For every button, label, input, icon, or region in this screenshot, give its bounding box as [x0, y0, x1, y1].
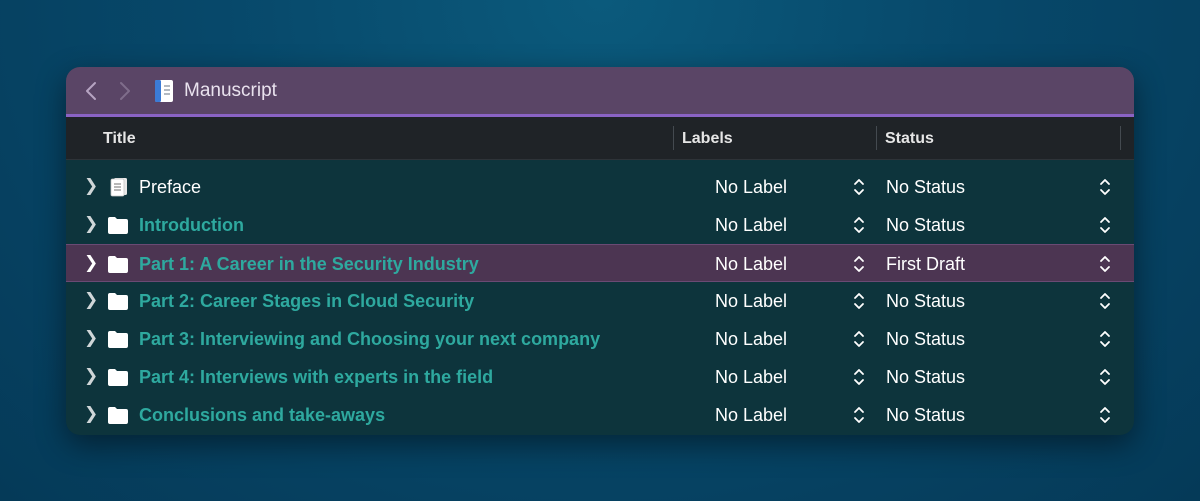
- row-title: Conclusions and take-aways: [139, 405, 386, 425]
- column-labels-header[interactable]: Labels: [682, 130, 733, 148]
- row-status-value[interactable]: No Status: [886, 177, 965, 198]
- disclosure-chevron-icon[interactable]: ❯: [84, 214, 98, 234]
- label-stepper-icon[interactable]: [852, 366, 866, 388]
- status-stepper-icon[interactable]: [1098, 214, 1112, 236]
- row-status-value[interactable]: No Status: [886, 329, 965, 350]
- document-stack-icon: [110, 178, 127, 197]
- label-stepper-icon[interactable]: [852, 176, 866, 198]
- row-label-value[interactable]: No Label: [715, 329, 787, 350]
- row-title: Introduction: [139, 215, 244, 235]
- row-label-value[interactable]: No Label: [715, 177, 787, 198]
- label-stepper-icon[interactable]: [852, 404, 866, 426]
- row-title: Preface: [139, 177, 202, 197]
- row-status-value[interactable]: First Draft: [886, 254, 965, 275]
- row-label-value[interactable]: No Label: [715, 215, 787, 236]
- outline-row[interactable]: ❯ Introduction No Label No Status: [66, 206, 1134, 244]
- label-stepper-icon[interactable]: [852, 328, 866, 350]
- column-title-header[interactable]: Title: [103, 130, 136, 148]
- status-stepper-icon[interactable]: [1098, 366, 1112, 388]
- disclosure-chevron-icon[interactable]: ❯: [84, 176, 98, 196]
- row-status-value[interactable]: No Status: [886, 215, 965, 236]
- label-stepper-icon[interactable]: [852, 253, 866, 275]
- outline-row-selected[interactable]: ❯ Part 1: A Career in the Security Indus…: [66, 244, 1134, 282]
- back-button[interactable]: [74, 67, 108, 116]
- chevron-left-icon: [86, 81, 96, 100]
- row-status-value[interactable]: No Status: [886, 405, 965, 426]
- folder-icon: [108, 407, 128, 424]
- row-title: Part 2: Career Stages in Cloud Security: [139, 291, 475, 311]
- titlebar: Manuscript: [66, 67, 1134, 117]
- disclosure-chevron-icon[interactable]: ❯: [84, 366, 98, 386]
- row-label-value[interactable]: No Label: [715, 367, 787, 388]
- window-title: Manuscript: [184, 79, 277, 101]
- status-stepper-icon[interactable]: [1098, 404, 1112, 426]
- disclosure-chevron-icon[interactable]: ❯: [84, 404, 98, 424]
- folder-icon: [108, 293, 128, 310]
- status-stepper-icon[interactable]: [1098, 290, 1112, 312]
- outline-row[interactable]: ❯ Part 3: Interviewing and Choosing your…: [66, 320, 1134, 358]
- column-header: Title Labels Status: [66, 117, 1134, 160]
- label-stepper-icon[interactable]: [852, 290, 866, 312]
- row-title: Part 1: A Career in the Security Industr…: [139, 254, 479, 274]
- outline-row[interactable]: ❯ Part 4: Interviews with experts in the…: [66, 358, 1134, 396]
- outline-row[interactable]: ❯ Preface No Label No Status: [66, 168, 1134, 206]
- folder-icon: [108, 369, 128, 386]
- status-stepper-icon[interactable]: [1098, 253, 1112, 275]
- column-divider[interactable]: [673, 126, 674, 150]
- row-label-value[interactable]: No Label: [715, 254, 787, 275]
- label-stepper-icon[interactable]: [852, 214, 866, 236]
- row-title: Part 3: Interviewing and Choosing your n…: [139, 329, 601, 349]
- outline-row[interactable]: ❯ Conclusions and take-aways No Label No…: [66, 396, 1134, 434]
- column-divider[interactable]: [876, 126, 877, 150]
- folder-icon: [108, 217, 128, 234]
- outline-window: Manuscript Title Labels Status ❯ Preface…: [66, 67, 1134, 435]
- folder-icon: [108, 256, 128, 273]
- manuscript-document-icon: [155, 79, 173, 102]
- column-status-header[interactable]: Status: [885, 130, 934, 148]
- row-status-value[interactable]: No Status: [886, 291, 965, 312]
- outline-rows: ❯ Preface No Label No Status ❯ Introduct…: [66, 160, 1134, 434]
- status-stepper-icon[interactable]: [1098, 328, 1112, 350]
- disclosure-chevron-icon[interactable]: ❯: [84, 290, 98, 310]
- forward-button[interactable]: [108, 67, 142, 116]
- folder-icon: [108, 331, 128, 348]
- status-stepper-icon[interactable]: [1098, 176, 1112, 198]
- row-label-value[interactable]: No Label: [715, 291, 787, 312]
- disclosure-chevron-icon[interactable]: ❯: [84, 253, 98, 273]
- row-status-value[interactable]: No Status: [886, 367, 965, 388]
- row-title: Part 4: Interviews with experts in the f…: [139, 367, 494, 387]
- row-label-value[interactable]: No Label: [715, 405, 787, 426]
- disclosure-chevron-icon[interactable]: ❯: [84, 328, 98, 348]
- column-divider[interactable]: [1120, 126, 1121, 150]
- outline-row[interactable]: ❯ Part 2: Career Stages in Cloud Securit…: [66, 282, 1134, 320]
- chevron-right-icon: [120, 81, 130, 100]
